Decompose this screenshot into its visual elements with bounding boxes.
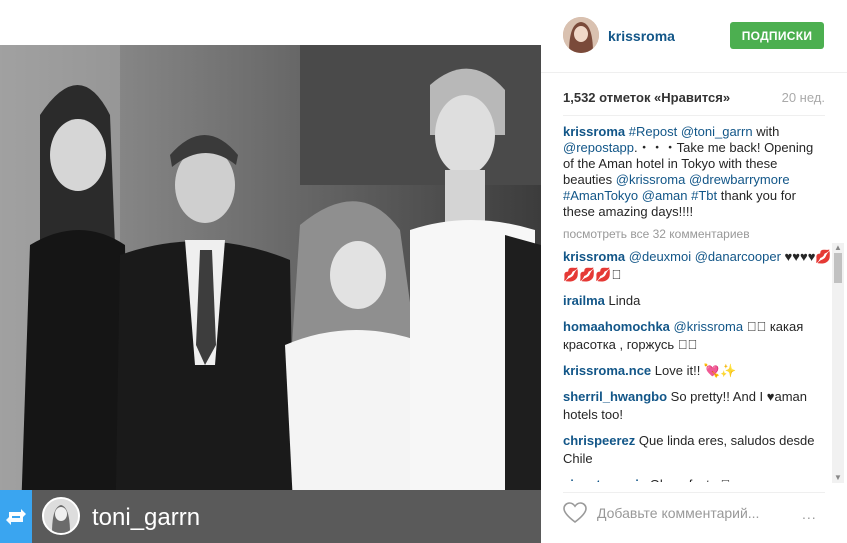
caption-link[interactable]: @aman <box>642 188 688 203</box>
comment-item: chrispeerez Que linda eres, saludos desd… <box>563 432 833 468</box>
repost-icon <box>0 490 32 543</box>
follow-button[interactable]: ПОДПИСКИ <box>730 22 824 49</box>
comment-username[interactable]: vicente_gari_ <box>563 477 646 482</box>
post-caption: krissroma #Repost @toni_garrn with @repo… <box>563 124 823 220</box>
comment-item: krissroma.nce Love it!! 💘✨ <box>563 362 833 380</box>
comments-list: krissroma @deuxmoi @danarcooper ♥♥♥♥💋💋💋💋… <box>563 248 833 482</box>
caption-link[interactable]: @toni_garrn <box>681 124 753 139</box>
comment-mention[interactable]: @krissroma <box>674 319 744 334</box>
repost-avatar[interactable] <box>42 497 80 535</box>
comment-username[interactable]: krissroma <box>563 249 625 264</box>
comment-text: Ok perfecto 􏿾 <box>650 477 731 482</box>
post-username[interactable]: krissroma <box>608 28 675 44</box>
caption-link[interactable]: @repostapp <box>563 140 634 155</box>
repost-username[interactable]: toni_garrn <box>92 504 200 532</box>
comment-username[interactable]: krissroma.nce <box>563 363 651 378</box>
more-icon[interactable]: ... <box>802 506 817 522</box>
view-all-comments[interactable]: посмотреть все 32 комментариев <box>563 227 750 241</box>
comment-username[interactable]: sherril_hwangbo <box>563 389 667 404</box>
caption-link[interactable]: @krissroma <box>616 172 686 187</box>
heart-icon[interactable] <box>563 502 587 524</box>
comment-item: krissroma @deuxmoi @danarcooper ♥♥♥♥💋💋💋💋… <box>563 248 833 284</box>
divider <box>563 115 825 116</box>
photo-illustration <box>0 45 541 543</box>
scroll-down-icon[interactable]: ▼ <box>832 473 844 483</box>
caption-username[interactable]: krissroma <box>563 124 625 139</box>
comments-scrollbar[interactable]: ▲ ▼ <box>832 243 844 483</box>
caption-link[interactable]: #AmanTokyo <box>563 188 638 203</box>
likes-count[interactable]: 1,532 отметок «Нравится» <box>563 90 730 105</box>
top-blank-area <box>0 0 541 45</box>
comment-mention[interactable]: @deuxmoi @danarcooper <box>629 249 781 264</box>
comment-text: Linda <box>608 293 641 308</box>
add-comment-input[interactable]: Добавьте комментарий... <box>597 505 759 521</box>
caption-text: with <box>752 124 780 139</box>
post-photo[interactable] <box>0 45 541 543</box>
comment-text: Love it!! 💘✨ <box>654 363 737 378</box>
repost-bar <box>0 490 541 543</box>
comment-item: homaahomochka @krissroma 􏿾􏿾 какая красот… <box>563 318 833 354</box>
avatar[interactable] <box>563 17 599 53</box>
comment-item: irailma Linda <box>563 292 833 310</box>
comment-item: sherril_hwangbo So pretty!! And I ♥aman … <box>563 388 833 424</box>
post-time: 20 нед. <box>781 90 825 105</box>
caption-link[interactable]: @drewbarrymore <box>689 172 790 187</box>
scroll-up-icon[interactable]: ▲ <box>832 243 844 253</box>
post-header: krissroma ПОДПИСКИ <box>541 0 847 73</box>
divider <box>563 492 825 493</box>
comment-username[interactable]: irailma <box>563 293 605 308</box>
post-sidebar: krissroma ПОДПИСКИ 1,532 отметок «Нравит… <box>541 0 847 543</box>
comment-item: vicente_gari_ Ok perfecto 􏿾 <box>563 476 833 482</box>
comment-username[interactable]: chrispeerez <box>563 433 635 448</box>
caption-link[interactable]: #Tbt <box>691 188 717 203</box>
comment-username[interactable]: homaahomochka <box>563 319 670 334</box>
scroll-thumb[interactable] <box>834 253 842 283</box>
caption-link[interactable]: #Repost <box>629 124 677 139</box>
